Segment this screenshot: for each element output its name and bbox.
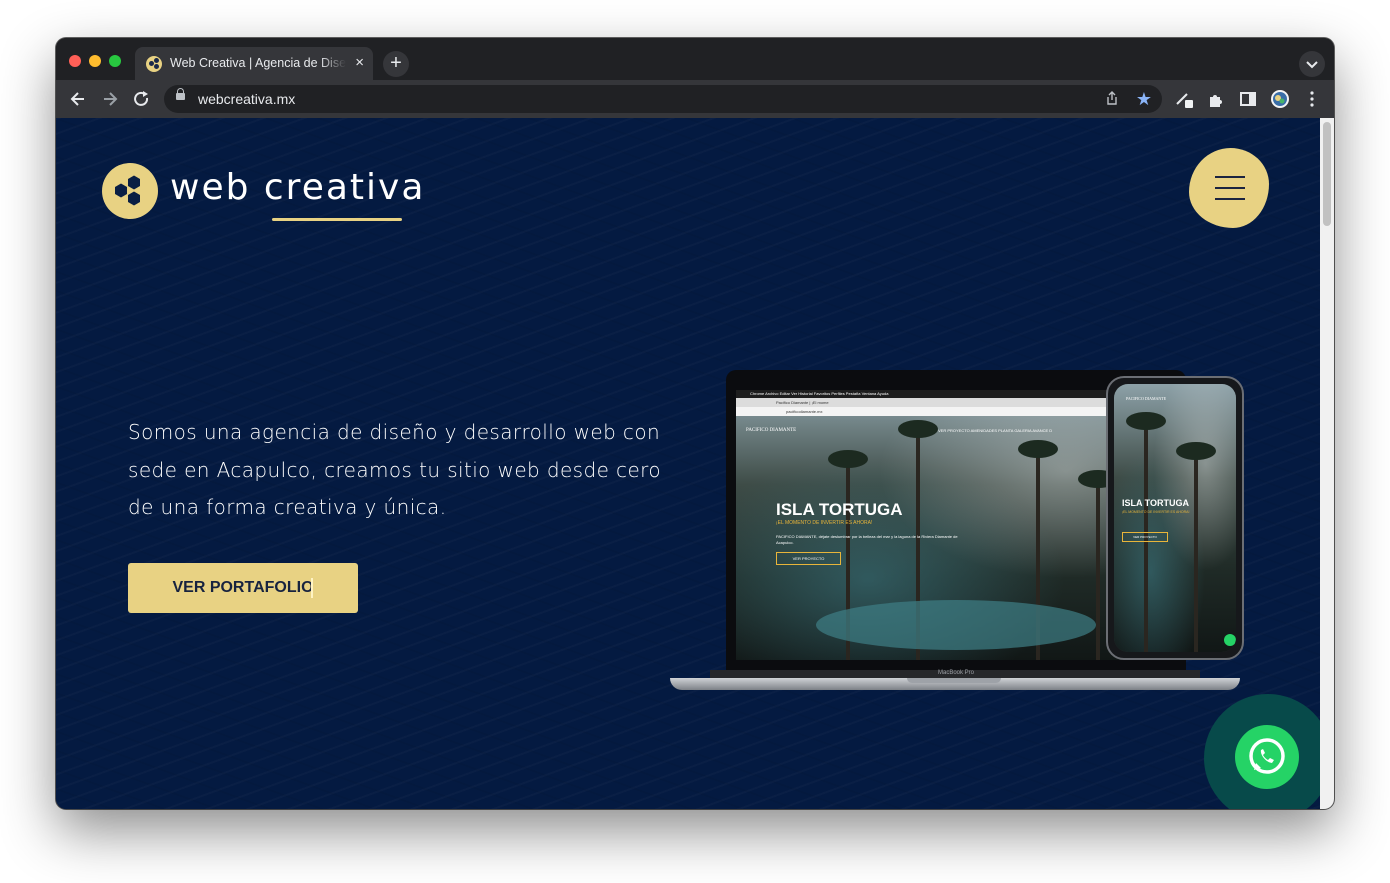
phone-mockup: PACIFICO DIAMANTE ISLA TORTUGA ¡EL MOMEN… xyxy=(1106,376,1244,660)
favicon-icon xyxy=(146,56,162,72)
lock-icon xyxy=(176,88,185,100)
hero-description: Somos una agencia de diseño y desarrollo… xyxy=(128,420,661,519)
mini-tab-title: Pacifico Diamante | ¡El mome xyxy=(776,400,829,405)
mini-body: PACIFICO DIAMANTE, déjate deslumbrar por… xyxy=(776,534,958,545)
portfolio-button-label: VER PORTAFOLIO xyxy=(172,579,314,596)
page-scrollbar[interactable] xyxy=(1320,118,1334,809)
mini-button-label: VER PROYECTO xyxy=(792,556,825,561)
bookmark-star-icon[interactable]: ★ xyxy=(1136,89,1152,109)
tab-strip: Web Creativa | Agencia de Diseño Web × + xyxy=(56,38,1334,80)
phone-subheadline: ¡EL MOMENTO DE INVERTIR ES AHORA! xyxy=(1122,510,1190,514)
phone-button-label: VER PROYECTO xyxy=(1133,535,1157,539)
phone-button: VER PROYECTO xyxy=(1122,532,1168,542)
pool xyxy=(816,600,1096,650)
url-text: webcreativa.mx xyxy=(198,91,296,107)
arrow-right-icon xyxy=(104,92,118,106)
mini-subheadline: ¡EL MOMENTO DE INVERTIR ES AHORA! xyxy=(776,520,873,526)
phone-whatsapp-icon xyxy=(1224,634,1236,646)
mac-menu-items: Chrome Archivo Editar Ver Historial Favo… xyxy=(750,391,889,396)
portfolio-button[interactable]: VER PORTAFOLIO xyxy=(128,563,358,613)
close-window-button[interactable] xyxy=(69,55,81,67)
toolbar: webcreativa.mx ★ xyxy=(56,80,1334,118)
hamburger-line-icon xyxy=(1215,187,1245,189)
share-icon[interactable] xyxy=(1104,90,1120,106)
palm-tree xyxy=(1078,470,1118,660)
profile-avatar[interactable] xyxy=(1270,89,1290,109)
new-tab-button[interactable]: + xyxy=(383,51,409,77)
hamburger-line-icon xyxy=(1215,198,1245,200)
whatsapp-button[interactable] xyxy=(1235,725,1299,789)
tab-active[interactable]: Web Creativa | Agencia de Diseño Web × xyxy=(135,47,373,80)
reload-icon xyxy=(134,91,149,106)
laptop-notch xyxy=(907,678,1001,683)
logo-underline xyxy=(272,218,402,221)
mini-button: VER PROYECTO xyxy=(776,552,841,565)
whatsapp-icon xyxy=(1249,738,1285,774)
tab-close-icon[interactable]: × xyxy=(355,54,364,72)
phone-headline: ISLA TORTUGA xyxy=(1122,498,1189,508)
reload-button[interactable] xyxy=(132,89,152,109)
phone-screen: PACIFICO DIAMANTE ISLA TORTUGA ¡EL MOMEN… xyxy=(1114,384,1236,652)
side-panel-icon[interactable] xyxy=(1238,89,1258,109)
page-viewport: web creativa Somos una agencia de diseño… xyxy=(56,118,1320,809)
forward-button[interactable] xyxy=(100,89,120,109)
palm-tree xyxy=(1176,442,1216,652)
extension-pen-icon[interactable] xyxy=(1174,89,1194,109)
phone-brand: PACIFICO DIAMANTE xyxy=(1126,396,1167,401)
back-button[interactable] xyxy=(68,89,88,109)
browser-window: Web Creativa | Agencia de Diseño Web × +… xyxy=(56,38,1334,809)
logo-text: web creativa xyxy=(170,167,426,208)
menu-button[interactable] xyxy=(1189,148,1269,228)
mini-brand: PACIFICO DIAMANTE xyxy=(746,428,797,433)
site-logo[interactable]: web creativa xyxy=(102,163,426,229)
scrollbar-thumb[interactable] xyxy=(1323,122,1331,226)
more-menu-icon[interactable] xyxy=(1302,89,1322,109)
tab-title: Web Creativa | Agencia de Diseño Web xyxy=(170,56,346,70)
maximize-window-button[interactable] xyxy=(109,55,121,67)
mini-nav: VER PROYECTO AMENIDADES PLANTA GALERIA A… xyxy=(938,428,1053,433)
extensions-puzzle-icon[interactable] xyxy=(1206,89,1226,109)
chevron-down-icon xyxy=(1306,61,1318,69)
hexagon-logo-icon xyxy=(102,163,158,219)
text-cursor xyxy=(311,578,313,598)
mini-url: pacificodiamante.mx xyxy=(786,409,823,414)
mini-headline: ISLA TORTUGA xyxy=(776,500,903,519)
hamburger-line-icon xyxy=(1215,176,1245,178)
address-bar[interactable]: webcreativa.mx ★ xyxy=(164,85,1162,113)
laptop-model-label: MacBook Pro xyxy=(937,670,974,676)
tab-search-button[interactable] xyxy=(1299,51,1325,77)
arrow-left-icon xyxy=(70,92,84,106)
minimize-window-button[interactable] xyxy=(89,55,101,67)
